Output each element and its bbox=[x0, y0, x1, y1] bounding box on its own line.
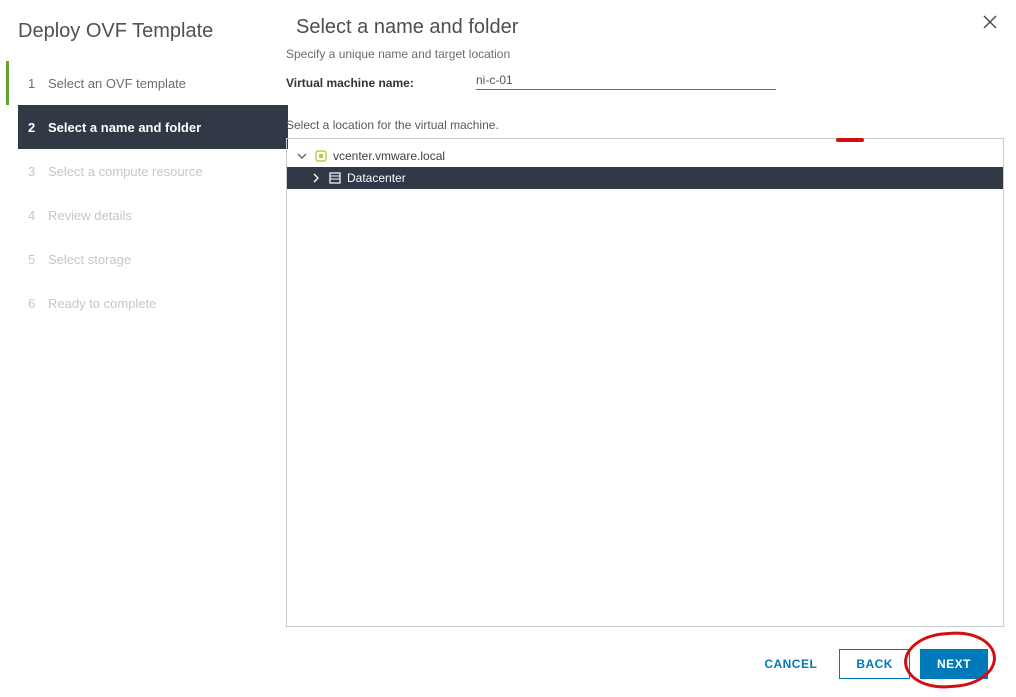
tree-root[interactable]: vcenter.vmware.local bbox=[287, 145, 1003, 167]
wizard-title: Deploy OVF Template bbox=[18, 20, 278, 43]
chevron-right-icon[interactable] bbox=[309, 171, 323, 185]
tree-datacenter[interactable]: Datacenter bbox=[287, 167, 1003, 189]
step-5: 5 Select storage bbox=[18, 237, 278, 281]
tree-root-label: vcenter.vmware.local bbox=[333, 149, 445, 163]
step-4-label: Review details bbox=[48, 208, 132, 223]
step-1[interactable]: 1 Select an OVF template bbox=[18, 61, 278, 105]
vm-name-label: Virtual machine name: bbox=[286, 76, 476, 90]
next-button[interactable]: NEXT bbox=[920, 649, 988, 679]
wizard-sidebar: Deploy OVF Template 1 Select an OVF temp… bbox=[0, 0, 278, 697]
step-2[interactable]: 2 Select a name and folder bbox=[18, 105, 288, 149]
back-button[interactable]: BACK bbox=[839, 649, 910, 679]
annotation-underline bbox=[836, 138, 864, 142]
datacenter-icon bbox=[327, 170, 343, 186]
step-6: 6 Ready to complete bbox=[18, 281, 278, 325]
tree-datacenter-label: Datacenter bbox=[347, 171, 406, 185]
step-1-label: Select an OVF template bbox=[48, 76, 186, 91]
step-6-label: Ready to complete bbox=[48, 296, 156, 311]
vcenter-icon bbox=[313, 148, 329, 164]
location-label: Select a location for the virtual machin… bbox=[286, 118, 1004, 132]
page-subtitle: Specify a unique name and target locatio… bbox=[286, 47, 1004, 61]
close-icon[interactable] bbox=[982, 14, 998, 33]
step-5-label: Select storage bbox=[48, 252, 131, 267]
step-3-label: Select a compute resource bbox=[48, 164, 203, 179]
page-heading: Select a name and folder bbox=[296, 16, 1004, 39]
step-2-label: Select a name and folder bbox=[48, 120, 201, 135]
step-3: 3 Select a compute resource bbox=[18, 149, 278, 193]
cancel-button[interactable]: CANCEL bbox=[752, 649, 829, 679]
location-tree[interactable]: vcenter.vmware.local Datacenter bbox=[286, 138, 1004, 627]
chevron-down-icon[interactable] bbox=[295, 149, 309, 163]
step-4: 4 Review details bbox=[18, 193, 278, 237]
vm-name-input[interactable] bbox=[476, 71, 776, 90]
